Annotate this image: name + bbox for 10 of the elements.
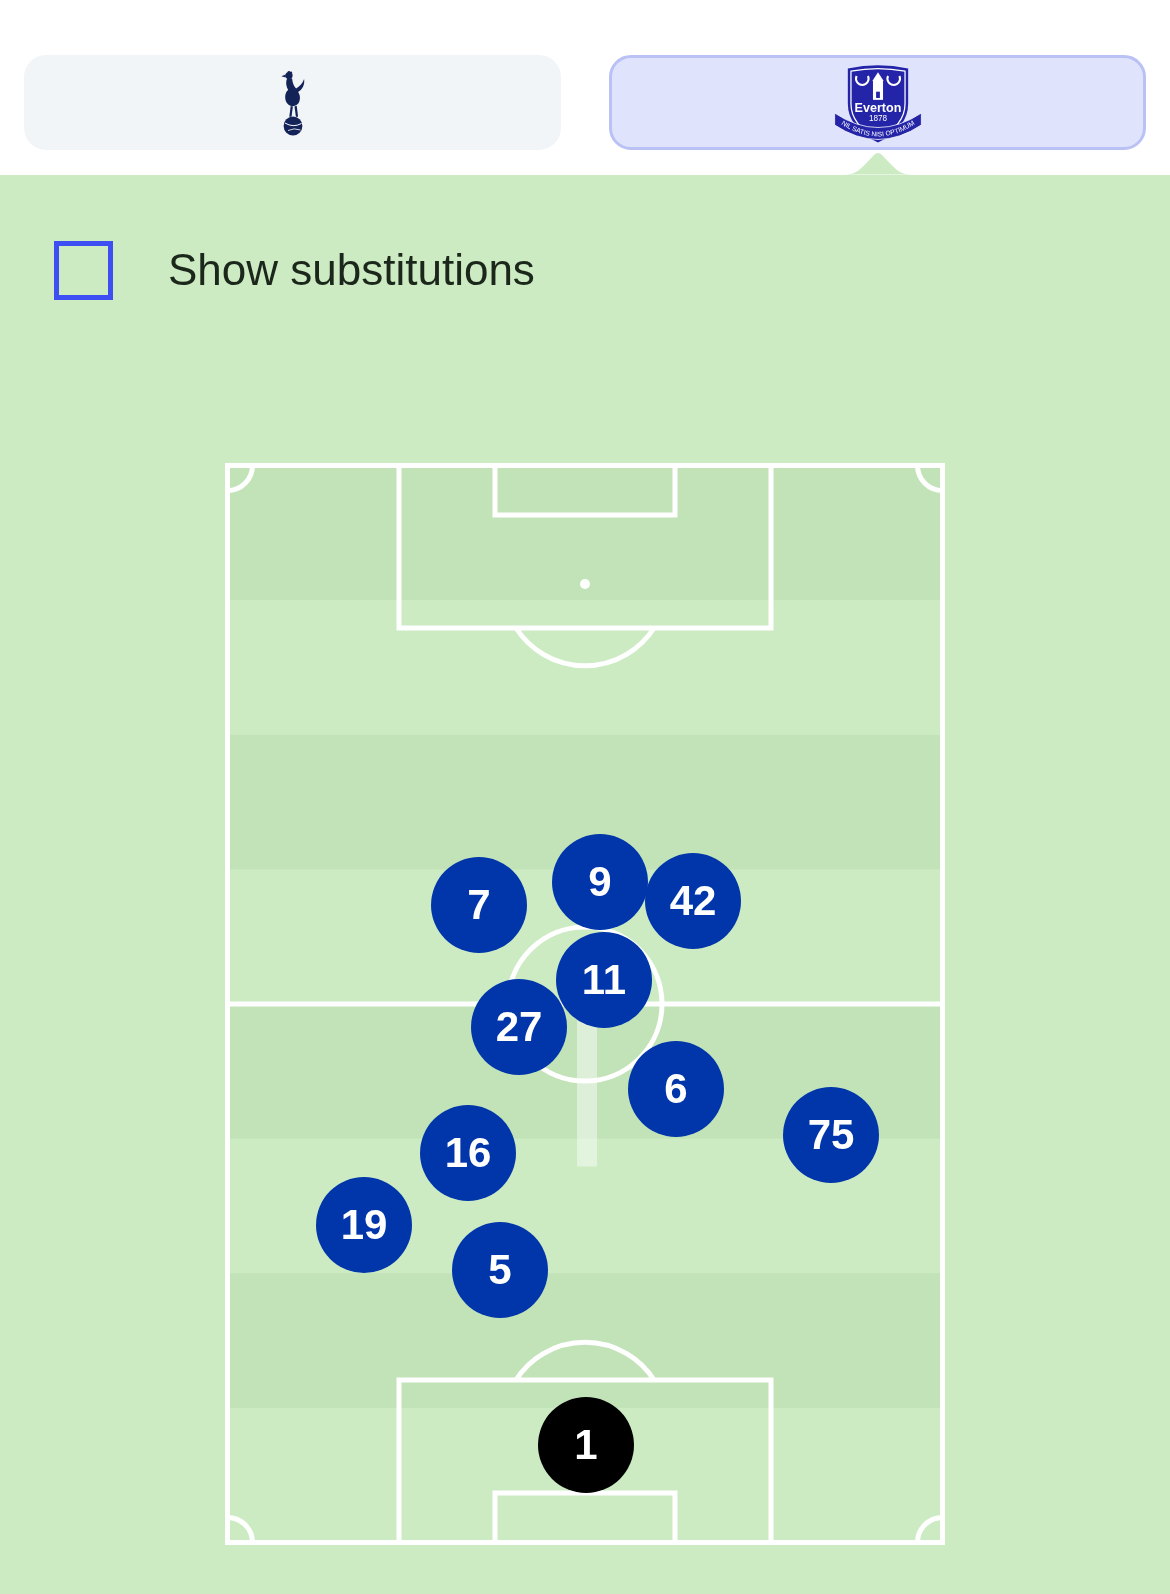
checkbox-label[interactable]: Show substitutions: [168, 245, 535, 296]
player-marker[interactable]: 1: [538, 1397, 634, 1493]
player-marker[interactable]: 11: [556, 932, 652, 1028]
player-marker[interactable]: 7: [431, 857, 527, 953]
checkbox[interactable]: [54, 241, 113, 300]
player-marker[interactable]: 5: [452, 1222, 548, 1318]
player-marker[interactable]: 19: [316, 1177, 412, 1273]
player-marker[interactable]: 75: [783, 1087, 879, 1183]
player-marker[interactable]: 16: [420, 1105, 516, 1201]
player-marker[interactable]: 42: [645, 853, 741, 949]
